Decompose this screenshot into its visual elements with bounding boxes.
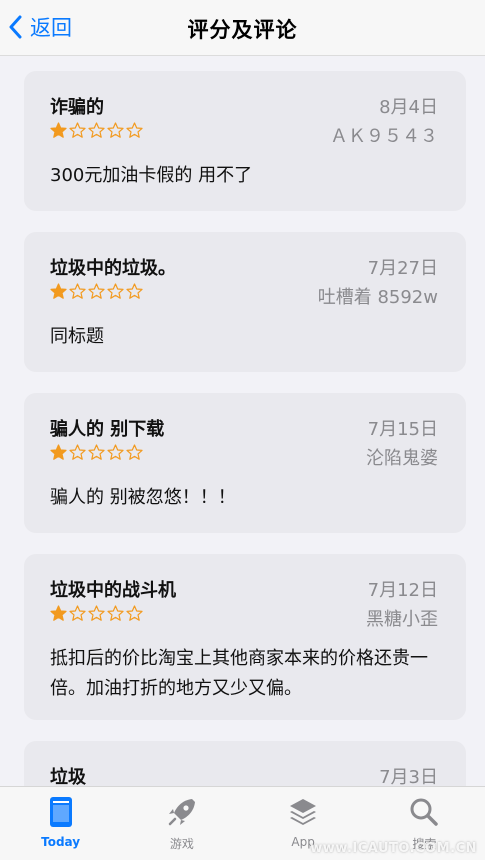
star-empty-icon (126, 444, 143, 460)
review-title: 垃圾 (50, 767, 86, 786)
watermark: www.ICAUTO.COM.CN (310, 841, 477, 856)
tab-games[interactable]: 游戏 (121, 787, 242, 860)
star-filled-icon (50, 122, 67, 138)
star-empty-icon (126, 283, 143, 299)
star-empty-icon (107, 605, 124, 621)
review-card[interactable]: 垃圾中的战斗机 7月12日 黑糖小歪 抵扣后的价比淘宝上其他商家本来的价格还贵一… (24, 554, 466, 720)
review-date: 7月3日 (379, 767, 438, 786)
review-card[interactable]: 骗人的 别下载 7月15日 沦陷鬼婆 骗人的 别被忽悠！！！ (24, 393, 466, 533)
star-rating (50, 283, 143, 300)
star-rating (50, 605, 143, 622)
tab-today[interactable]: Today (0, 787, 121, 860)
star-empty-icon (69, 444, 86, 460)
review-author: 黑糖小歪 (366, 609, 438, 630)
star-empty-icon (88, 444, 105, 460)
app-stack-icon (290, 799, 317, 825)
tab-bar: Today 游戏 App 搜索 www.ICAUTO.COM.CN (0, 786, 485, 860)
review-card[interactable]: 垃圾 7月3日 (24, 741, 466, 786)
tab-label: 游戏 (169, 837, 194, 851)
review-body: 300元加油卡假的 用不了 (50, 165, 253, 186)
star-empty-icon (88, 605, 105, 621)
review-title: 骗人的 别下载 (50, 419, 165, 440)
review-date: 7月15日 (367, 419, 438, 440)
rocket-icon (168, 799, 195, 826)
today-icon (49, 797, 72, 827)
review-author: 沦陷鬼婆 (366, 448, 438, 469)
navigation-bar: 返回 评分及评论 (0, 0, 485, 56)
tab-label: Today (41, 835, 81, 849)
star-empty-icon (69, 605, 86, 621)
star-empty-icon (126, 605, 143, 621)
search-icon (410, 798, 439, 826)
review-title: 垃圾中的垃圾。 (50, 258, 176, 279)
review-author: ＡＫ９５４３ (330, 126, 438, 147)
star-empty-icon (88, 283, 105, 299)
star-empty-icon (107, 444, 124, 460)
review-date: 7月12日 (367, 580, 438, 601)
star-empty-icon (126, 122, 143, 138)
star-empty-icon (107, 283, 124, 299)
review-body: 同标题 (50, 326, 104, 347)
star-filled-icon (50, 444, 67, 460)
page-title: 评分及评论 (187, 18, 298, 42)
review-card[interactable]: 诈骗的 8月4日 ＡＫ９５４３ 300元加油卡假的 用不了 (24, 71, 466, 211)
star-rating (50, 444, 143, 461)
review-card[interactable]: 垃圾中的垃圾。 7月27日 吐槽着 8592w 同标题 (24, 232, 466, 372)
star-filled-icon (50, 605, 67, 621)
star-empty-icon (69, 122, 86, 138)
review-list[interactable]: 诈骗的 8月4日 ＡＫ９５４３ 300元加油卡假的 用不了 垃圾中的垃圾。 7月… (0, 57, 485, 786)
review-author: 吐槽着 8592w (317, 287, 438, 308)
review-body: 骗人的 别被忽悠！！！ (50, 487, 236, 508)
star-empty-icon (69, 283, 86, 299)
star-empty-icon (107, 122, 124, 138)
star-rating (50, 122, 143, 139)
review-title: 诈骗的 (50, 97, 104, 118)
review-body: 抵扣后的价比淘宝上其他商家本来的价格还贵一倍。加油打折的地方又少又偏。 (50, 648, 428, 699)
star-empty-icon (88, 122, 105, 138)
star-filled-icon (50, 283, 67, 299)
review-date: 8月4日 (379, 97, 438, 118)
review-date: 7月27日 (367, 258, 438, 279)
review-title: 垃圾中的战斗机 (50, 580, 176, 601)
